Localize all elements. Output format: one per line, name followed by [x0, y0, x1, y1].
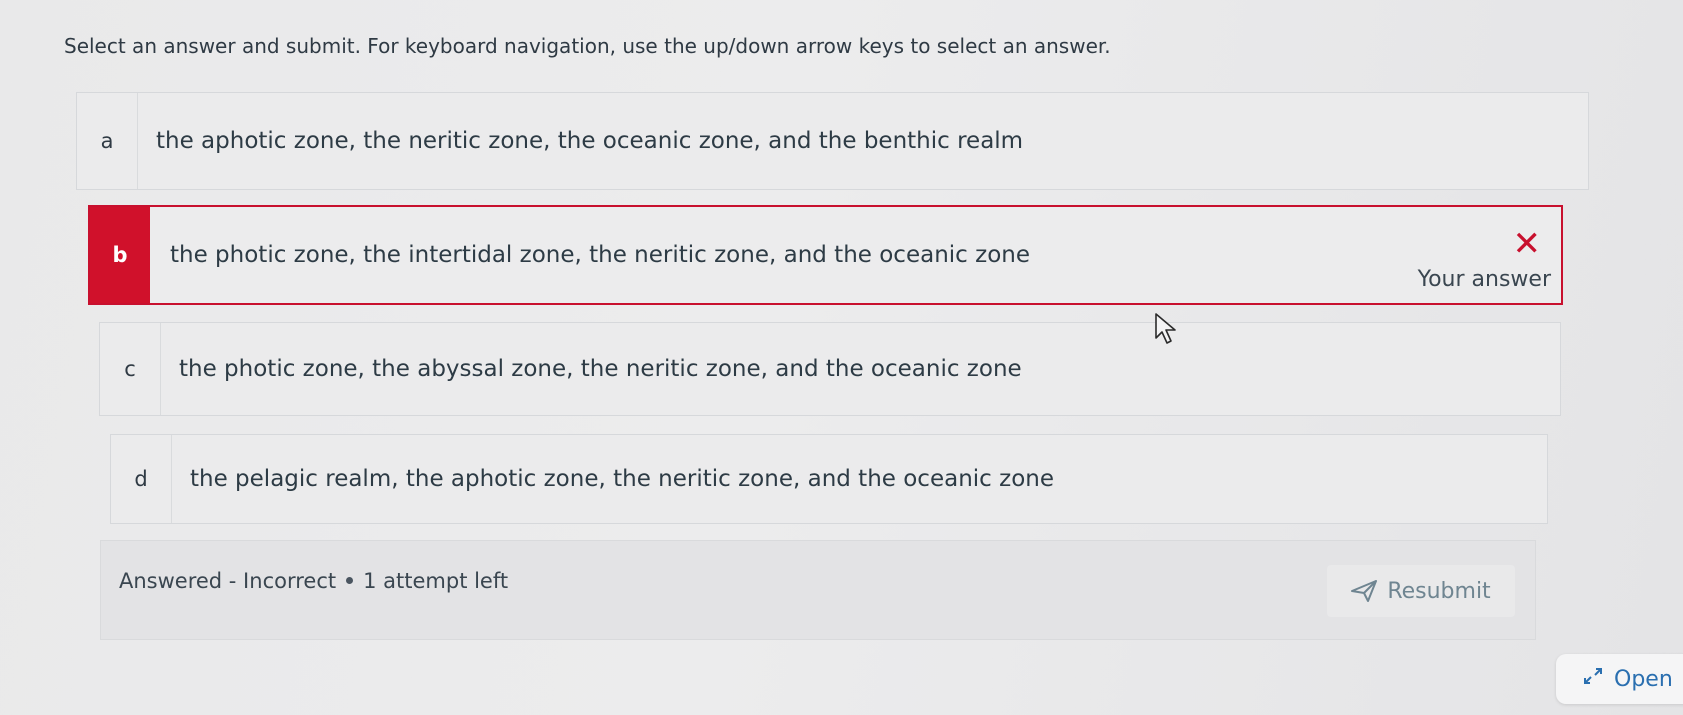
- resubmit-label: Resubmit: [1387, 578, 1491, 604]
- resubmit-button[interactable]: Resubmit: [1327, 565, 1515, 617]
- option-text: the photic zone, the abyssal zone, the n…: [179, 356, 1022, 382]
- answer-option-a[interactable]: a the aphotic zone, the neritic zone, th…: [76, 92, 1589, 190]
- option-letter: b: [90, 207, 150, 303]
- open-label: Open: [1614, 666, 1673, 692]
- status-text: Answered - Incorrect 1 attempt left: [119, 569, 508, 593]
- open-button[interactable]: Open: [1556, 654, 1683, 704]
- option-text: the photic zone, the intertidal zone, th…: [170, 242, 1030, 268]
- your-answer-label: Your answer: [1417, 267, 1551, 292]
- option-letter: c: [100, 323, 161, 415]
- answer-option-b[interactable]: b the photic zone, the intertidal zone, …: [88, 205, 1563, 305]
- incorrect-x-icon: ✕: [1512, 224, 1542, 264]
- option-text: the pelagic realm, the aphotic zone, the…: [190, 466, 1054, 492]
- answer-option-c[interactable]: c the photic zone, the abyssal zone, the…: [99, 322, 1561, 416]
- separator-dot: [346, 576, 354, 584]
- answer-feedback: ✕ Your answer: [1418, 227, 1551, 292]
- submission-status-panel: Answered - Incorrect 1 attempt left Resub…: [100, 540, 1536, 640]
- expand-icon: [1582, 666, 1604, 692]
- result-label: Answered - Incorrect: [119, 569, 337, 593]
- mouse-pointer-icon: [1153, 312, 1181, 350]
- option-letter: d: [111, 435, 172, 523]
- attempts-left-label: 1 attempt left: [363, 569, 509, 593]
- option-letter: a: [77, 93, 138, 189]
- answer-option-d[interactable]: d the pelagic realm, the aphotic zone, t…: [110, 434, 1548, 524]
- send-icon: [1351, 580, 1378, 602]
- option-text: the aphotic zone, the neritic zone, the …: [156, 128, 1024, 154]
- question-prompt: Select an answer and submit. For keyboar…: [64, 34, 1111, 58]
